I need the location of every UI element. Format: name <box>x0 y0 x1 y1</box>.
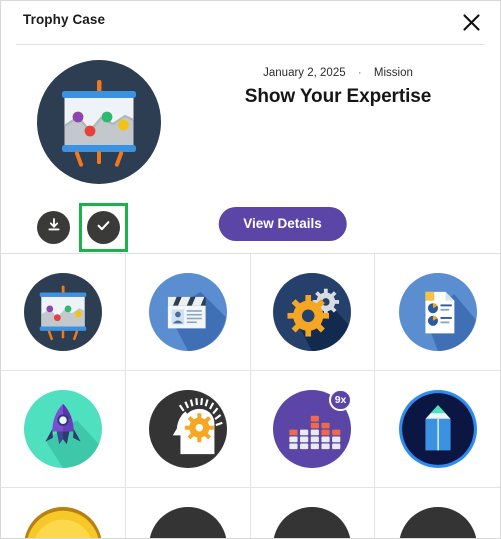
download-button[interactable] <box>37 211 70 244</box>
report-document-badge <box>398 273 477 351</box>
trophy-cell-dark-four[interactable] <box>375 488 500 538</box>
trophy-cell-gears[interactable] <box>250 254 376 371</box>
selected-badge-detail: January 2, 2025 · Mission Show Your Expe… <box>1 45 500 254</box>
trophy-cell-id-card[interactable] <box>125 254 251 371</box>
badge-date: January 2, 2025 <box>263 67 346 79</box>
check-icon <box>95 217 112 239</box>
hero-action-buttons <box>37 203 128 252</box>
page-title: Trophy Case <box>23 12 106 27</box>
gold-badge <box>24 507 102 538</box>
badge-category: Mission <box>373 67 413 79</box>
trophy-cell-presentation[interactable] <box>1 254 126 371</box>
dark-badge-four <box>399 507 477 538</box>
pencil-badge <box>398 390 477 468</box>
trophy-cell-gold[interactable] <box>1 488 126 538</box>
meta-separator: · <box>357 67 362 79</box>
close-icon[interactable] <box>456 7 486 37</box>
window-header: Trophy Case <box>1 1 500 45</box>
trophy-cell-dark-three[interactable] <box>251 488 376 538</box>
trophy-cell-bar-chart[interactable]: 9x <box>250 371 376 488</box>
dark-badge-two <box>149 507 227 538</box>
trophy-grid: 9x <box>1 254 500 538</box>
trophy-cell-report[interactable] <box>375 254 500 371</box>
download-icon <box>46 217 62 238</box>
badge-meta: January 2, 2025 · Mission <box>1 67 500 79</box>
rocket-badge <box>23 390 102 468</box>
dark-badge-three <box>273 507 351 538</box>
bar-chart-badge: 9x <box>273 389 353 468</box>
trophy-cell-rocket[interactable] <box>1 371 126 488</box>
selected-action-highlight <box>79 203 128 252</box>
gears-badge <box>273 273 352 351</box>
id-card-media-badge <box>148 273 227 351</box>
trophy-cell-brain-gear[interactable] <box>125 371 251 488</box>
mark-complete-button[interactable] <box>87 211 120 244</box>
badge-title: Show Your Expertise <box>244 86 432 107</box>
brain-gear-badge <box>148 390 227 468</box>
trophy-case-window: Trophy Case January 2, 2025 · Mission Sh… <box>0 0 501 539</box>
trophy-cell-dark-two[interactable] <box>126 488 251 538</box>
badge-count: 9x <box>328 389 353 411</box>
presentation-chart-badge <box>23 273 102 351</box>
view-details-button[interactable]: View Details <box>218 207 347 241</box>
trophy-cell-pencil[interactable] <box>375 371 500 488</box>
